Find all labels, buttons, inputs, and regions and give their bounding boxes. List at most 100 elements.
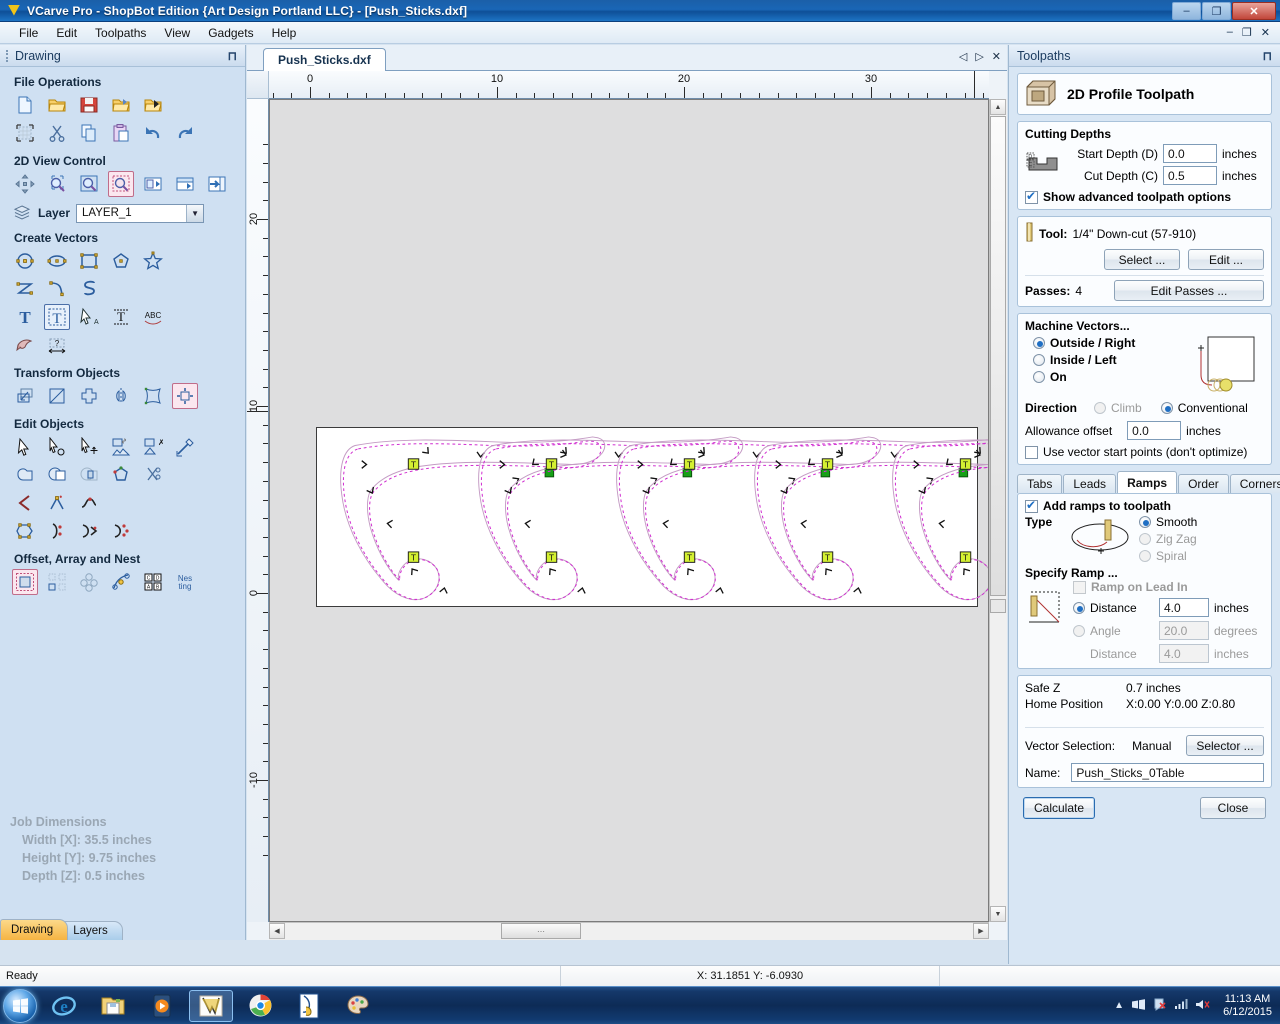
zoom-selection-icon[interactable] <box>172 171 198 197</box>
freehand-icon[interactable] <box>76 276 102 302</box>
copy-along-curve-icon[interactable] <box>108 569 134 595</box>
action-center-icon[interactable] <box>1153 998 1167 1014</box>
ramp-angle-distance-input[interactable]: 4.0 <box>1159 644 1209 663</box>
text-select-icon[interactable]: AB <box>76 304 102 330</box>
vertical-scroll-grip[interactable] <box>990 599 1006 613</box>
tab-leads[interactable]: Leads <box>1063 474 1117 493</box>
pan-icon[interactable] <box>12 171 38 197</box>
vertical-scroll-thumb[interactable] <box>990 116 1006 596</box>
ramp-angle-input[interactable]: 20.0 <box>1159 621 1209 640</box>
zoom-extents-icon[interactable] <box>76 171 102 197</box>
text-box-icon[interactable]: T <box>44 304 70 330</box>
measure-icon[interactable] <box>172 434 198 460</box>
undo-icon[interactable] <box>140 120 166 146</box>
start-depth-input[interactable]: 0.0 <box>1163 144 1217 163</box>
move-nodes-icon[interactable] <box>76 434 102 460</box>
block-copy-icon[interactable]: CDAB <box>140 569 166 595</box>
radio-climb[interactable] <box>1094 402 1107 414</box>
toggle-panel-icon[interactable] <box>204 171 230 197</box>
subtract-icon[interactable] <box>44 462 70 488</box>
copy-icon[interactable] <box>76 120 102 146</box>
intersect-icon[interactable] <box>76 462 102 488</box>
taskbar-clock[interactable]: 11:13 AM 6/12/2015 <box>1217 993 1272 1019</box>
tab-tabs[interactable]: Tabs <box>1017 474 1063 493</box>
start-point-icon[interactable] <box>108 518 134 544</box>
scroll-down-button[interactable]: ▼ <box>990 906 1006 922</box>
zoom-box-icon[interactable] <box>108 171 134 197</box>
layer-select[interactable]: LAYER_1 ▼ <box>76 203 205 223</box>
file-explorer-icon[interactable] <box>91 990 135 1022</box>
open-file-icon[interactable] <box>44 92 70 118</box>
pin-icon[interactable]: ⊓ <box>1263 49 1272 63</box>
redo-icon[interactable] <box>172 120 198 146</box>
job-setup-icon[interactable] <box>12 120 38 146</box>
zoom-drawing-icon[interactable] <box>140 171 166 197</box>
cut-depth-input[interactable]: 0.5 <box>1163 166 1217 185</box>
prev-tab-icon[interactable]: ◁ <box>959 50 967 63</box>
maximize-button[interactable]: ❐ <box>1202 2 1231 20</box>
offset-icon[interactable] <box>12 569 38 595</box>
windows-start-icon[interactable] <box>3 988 37 1023</box>
signal-icon[interactable] <box>1174 998 1188 1013</box>
smooth-node-icon[interactable] <box>76 490 102 516</box>
ungroup-icon[interactable]: ✗ <box>140 434 166 460</box>
join-vectors-icon[interactable] <box>108 462 134 488</box>
trim-icon[interactable] <box>140 462 166 488</box>
scroll-right-button[interactable]: ▶ <box>973 923 989 939</box>
calculate-button[interactable]: Calculate <box>1023 797 1095 819</box>
curve-icon[interactable] <box>44 276 70 302</box>
edit-tool-button[interactable]: Edit ... <box>1188 249 1264 270</box>
radio-inside-left[interactable] <box>1033 354 1045 366</box>
rotate-copy-icon[interactable] <box>76 569 102 595</box>
select-tool-button[interactable]: Select ... <box>1104 249 1180 270</box>
save-file-icon[interactable] <box>76 92 102 118</box>
toolpath-name-input[interactable]: Push_Sticks_0Table <box>1071 763 1264 782</box>
tab-layers[interactable]: Layers <box>62 921 123 940</box>
internet-explorer-icon[interactable]: e <box>42 990 86 1022</box>
menu-item-gadgets[interactable]: Gadgets <box>199 23 262 43</box>
radio-on[interactable] <box>1033 371 1045 383</box>
radio-smooth[interactable] <box>1139 516 1151 528</box>
menu-item-toolpaths[interactable]: Toolpaths <box>86 23 155 43</box>
group-icon[interactable] <box>108 434 134 460</box>
polyline-icon[interactable] <box>12 276 38 302</box>
rotate-icon[interactable] <box>76 383 102 409</box>
chevron-down-icon[interactable]: ▼ <box>186 204 204 222</box>
break-vector-icon[interactable] <box>44 518 70 544</box>
distort-icon[interactable] <box>140 383 166 409</box>
mirror-icon[interactable] <box>108 383 134 409</box>
polygon-icon[interactable] <box>108 248 134 274</box>
rectangle-icon[interactable] <box>76 248 102 274</box>
mdi-child-restore[interactable]: ❐ <box>1242 26 1252 39</box>
selector-button[interactable]: Selector ... <box>1186 735 1264 756</box>
node-edit-icon[interactable] <box>44 434 70 460</box>
close-button[interactable]: ✕ <box>1232 2 1276 20</box>
mdi-child-close[interactable]: ✕ <box>1261 26 1270 39</box>
menu-item-edit[interactable]: Edit <box>47 23 86 43</box>
scroll-left-button[interactable]: ◀ <box>269 923 285 939</box>
radio-zigzag[interactable] <box>1139 533 1151 545</box>
vertical-scrollbar[interactable]: ▲ ▼ <box>989 99 1007 922</box>
close-document-icon[interactable]: ✕ <box>992 50 1001 63</box>
text-on-curve-icon[interactable]: T <box>108 304 134 330</box>
select-arrow-icon[interactable] <box>12 434 38 460</box>
google-chrome-icon[interactable] <box>238 990 282 1022</box>
paste-icon[interactable] <box>108 120 134 146</box>
ellipse-icon[interactable] <box>44 248 70 274</box>
show-hidden-icons-icon[interactable]: ▲ <box>1114 1000 1124 1011</box>
tab-drawing[interactable]: Drawing <box>0 919 69 940</box>
allowance-offset-input[interactable]: 0.0 <box>1127 421 1182 440</box>
partworks-icon[interactable] <box>287 990 331 1022</box>
tab-order[interactable]: Order <box>1178 474 1229 493</box>
menu-item-help[interactable]: Help <box>263 23 306 43</box>
tab-ramps[interactable]: Ramps <box>1117 471 1178 493</box>
weld-icon[interactable] <box>12 462 38 488</box>
horizontal-scrollbar[interactable]: ◀ ▶ ⋯ <box>269 922 989 940</box>
scale-icon[interactable] <box>44 383 70 409</box>
radio-conventional[interactable] <box>1160 402 1173 414</box>
dimension-icon[interactable]: ? <box>44 332 70 358</box>
cut-icon[interactable] <box>44 120 70 146</box>
toolpath-vectors[interactable]: TTTTTTTTTT <box>270 100 989 922</box>
fit-curve-icon[interactable] <box>12 518 38 544</box>
new-file-icon[interactable] <box>12 92 38 118</box>
